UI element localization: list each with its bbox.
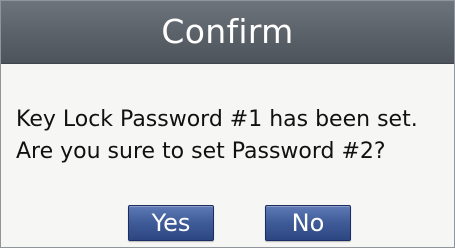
- yes-button[interactable]: Yes: [128, 205, 214, 241]
- message-line-2: Are you sure to set Password #2?: [16, 139, 386, 164]
- confirm-dialog: Confirm Key Lock Password #1 has been se…: [0, 0, 455, 248]
- message-line-1: Key Lock Password #1 has been set.: [16, 107, 418, 132]
- no-button[interactable]: No: [265, 205, 351, 241]
- confirmation-message: Key Lock Password #1 has been set. Are y…: [16, 104, 441, 168]
- dialog-title: Confirm: [1, 1, 454, 64]
